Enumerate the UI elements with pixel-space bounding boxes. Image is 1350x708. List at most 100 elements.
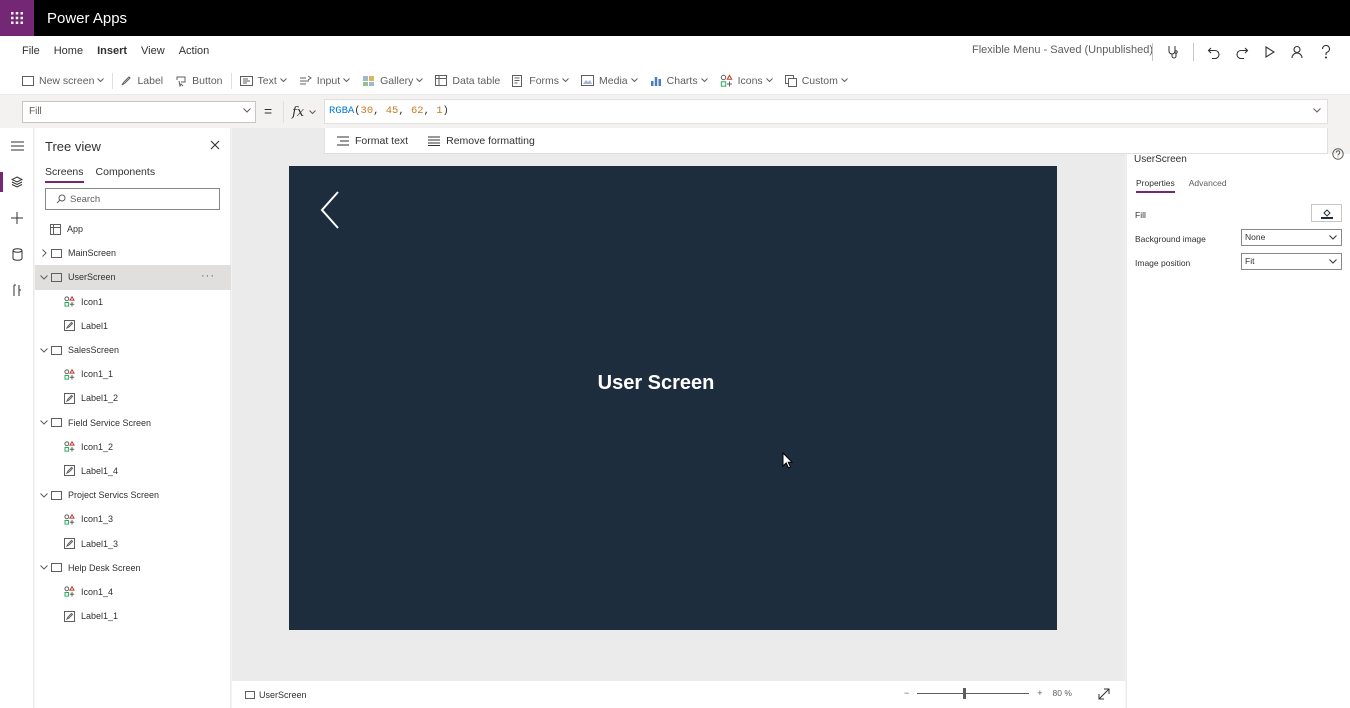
- properties-tabs: Properties Advanced: [1136, 178, 1241, 193]
- hamburger-menu-icon[interactable]: [0, 128, 34, 164]
- tree-node-label-control[interactable]: Label1_2: [35, 386, 231, 410]
- input-button[interactable]: Input: [293, 67, 356, 95]
- design-canvas[interactable]: User Screen: [232, 128, 1125, 680]
- screen-icon: [51, 345, 62, 355]
- tab-advanced[interactable]: Advanced: [1189, 178, 1227, 193]
- app-icon: [50, 223, 61, 235]
- custom-button[interactable]: Custom: [779, 67, 854, 95]
- menu-view[interactable]: View: [134, 36, 172, 67]
- media-button[interactable]: Media: [575, 67, 644, 95]
- divider: [112, 72, 114, 89]
- tree-node-label-control[interactable]: Label1_3: [35, 531, 231, 555]
- chevron-down-icon[interactable]: [37, 492, 51, 498]
- undo-icon[interactable]: [1200, 38, 1228, 66]
- image-position-value: Fit: [1245, 256, 1255, 266]
- data-table-button[interactable]: Data table: [429, 67, 506, 95]
- tree-node-screen-selected[interactable]: UserScreen ···: [35, 265, 231, 290]
- current-screen-selector[interactable]: UserScreen: [245, 690, 307, 700]
- label-control-icon: [64, 392, 75, 404]
- menu-file[interactable]: File: [15, 36, 47, 67]
- zoom-in-button[interactable]: +: [1037, 688, 1042, 698]
- forms-button[interactable]: Forms: [506, 67, 575, 95]
- more-options-icon[interactable]: ···: [201, 271, 215, 282]
- image-position-dropdown[interactable]: Fit: [1241, 253, 1342, 270]
- tree-node-label-control[interactable]: Label1_1: [35, 604, 231, 628]
- new-screen-button[interactable]: New screen: [16, 67, 110, 95]
- label-control-icon: [64, 320, 75, 332]
- tab-properties[interactable]: Properties: [1136, 178, 1175, 193]
- tree-node-screen[interactable]: MainScreen: [35, 241, 231, 265]
- share-user-icon[interactable]: [1284, 38, 1312, 66]
- tree-tabs: Screens Components: [45, 166, 167, 183]
- app-title: Power Apps: [47, 9, 128, 27]
- tree-node-icon[interactable]: Icon1_1: [35, 362, 231, 386]
- data-icon[interactable]: [0, 236, 34, 272]
- app-checker-icon[interactable]: [1159, 38, 1187, 66]
- icons-button[interactable]: Icons: [714, 67, 779, 95]
- divider: [230, 72, 232, 89]
- play-icon[interactable]: [1256, 38, 1284, 66]
- property-dropdown[interactable]: Fill: [22, 101, 256, 123]
- close-icon[interactable]: [210, 140, 220, 150]
- insert-plus-icon[interactable]: [0, 200, 34, 236]
- screen-preview[interactable]: User Screen: [289, 166, 1057, 630]
- icons-button-label: Icons: [737, 74, 763, 87]
- tree-view-icon[interactable]: [0, 164, 34, 200]
- forms-button-label: Forms: [529, 74, 560, 87]
- chevron-down-icon[interactable]: [37, 420, 51, 425]
- zoom-slider[interactable]: [917, 687, 1030, 699]
- expand-formula-icon[interactable]: [1313, 108, 1321, 113]
- tab-components[interactable]: Components: [96, 166, 156, 183]
- properties-panel: UserScreen Properties Advanced Fill Back…: [1126, 148, 1350, 708]
- text-button[interactable]: Text: [234, 67, 293, 95]
- button-button[interactable]: Button: [169, 67, 228, 95]
- tree-node-label-control[interactable]: Label1: [35, 314, 231, 338]
- charts-button[interactable]: Charts: [644, 67, 714, 95]
- gallery-button[interactable]: Gallery: [356, 67, 429, 95]
- tree-node-screen[interactable]: SalesScreen: [35, 338, 231, 362]
- tree-node-icon[interactable]: Icon1_4: [35, 580, 231, 604]
- table-icon: [435, 75, 448, 86]
- tree-node-icon[interactable]: Icon1: [35, 290, 231, 314]
- app-launcher-icon[interactable]: [0, 0, 34, 36]
- formula-bar: Fill = fx RGBA(30, 45, 62, 1): [0, 95, 1350, 128]
- chevron-down-icon: [562, 78, 569, 83]
- fit-to-window-icon[interactable]: [1098, 688, 1110, 700]
- chevron-down-icon[interactable]: [37, 565, 51, 570]
- remove-formatting-button[interactable]: Remove formatting: [428, 135, 535, 147]
- tree-node-app[interactable]: App: [35, 217, 231, 241]
- background-image-dropdown[interactable]: None: [1241, 229, 1342, 246]
- tree-node-icon[interactable]: Icon1_3: [35, 507, 231, 531]
- tree-search-input[interactable]: Search: [45, 188, 220, 210]
- zoom-slider-thumb[interactable]: [963, 687, 967, 699]
- save-status: Flexible Menu - Saved (Unpublished): [972, 44, 1153, 56]
- screen-title-label[interactable]: User Screen: [289, 372, 1023, 395]
- back-arrow-icon[interactable]: [319, 190, 341, 230]
- chevron-down-icon[interactable]: [37, 275, 51, 280]
- format-text-button[interactable]: Format text: [337, 135, 408, 147]
- custom-button-label: Custom: [801, 74, 838, 87]
- fill-color-picker[interactable]: [1311, 204, 1342, 222]
- tree-node-label: Label1_4: [81, 465, 119, 476]
- chevron-down-icon[interactable]: [37, 347, 51, 353]
- tab-screens[interactable]: Screens: [45, 166, 84, 183]
- tree-node-screen[interactable]: Help Desk Screen: [35, 556, 231, 580]
- menu-insert[interactable]: Insert: [90, 36, 134, 67]
- tree-node-icon[interactable]: Icon1_2: [35, 435, 231, 459]
- redo-icon[interactable]: [1228, 38, 1256, 66]
- fx-button[interactable]: fx: [283, 101, 321, 123]
- help-icon[interactable]: [1312, 38, 1340, 66]
- icons-icon: [720, 74, 733, 87]
- advanced-tools-icon[interactable]: [0, 272, 34, 308]
- menu-action[interactable]: Action: [172, 36, 217, 67]
- tree-node-screen[interactable]: Project Servics Screen: [35, 483, 231, 507]
- tree-node-screen[interactable]: Field Service Screen: [35, 411, 231, 435]
- zoom-out-button[interactable]: −: [904, 688, 909, 698]
- menu-home[interactable]: Home: [47, 36, 90, 67]
- label-button[interactable]: Label: [115, 67, 169, 95]
- chevron-right-icon[interactable]: [37, 249, 51, 258]
- formula-input[interactable]: RGBA(30, 45, 62, 1): [324, 99, 1328, 124]
- help-icon[interactable]: [1332, 148, 1344, 160]
- zoom-control: − + 80 %: [904, 687, 1072, 699]
- tree-node-label-control[interactable]: Label1_4: [35, 459, 231, 483]
